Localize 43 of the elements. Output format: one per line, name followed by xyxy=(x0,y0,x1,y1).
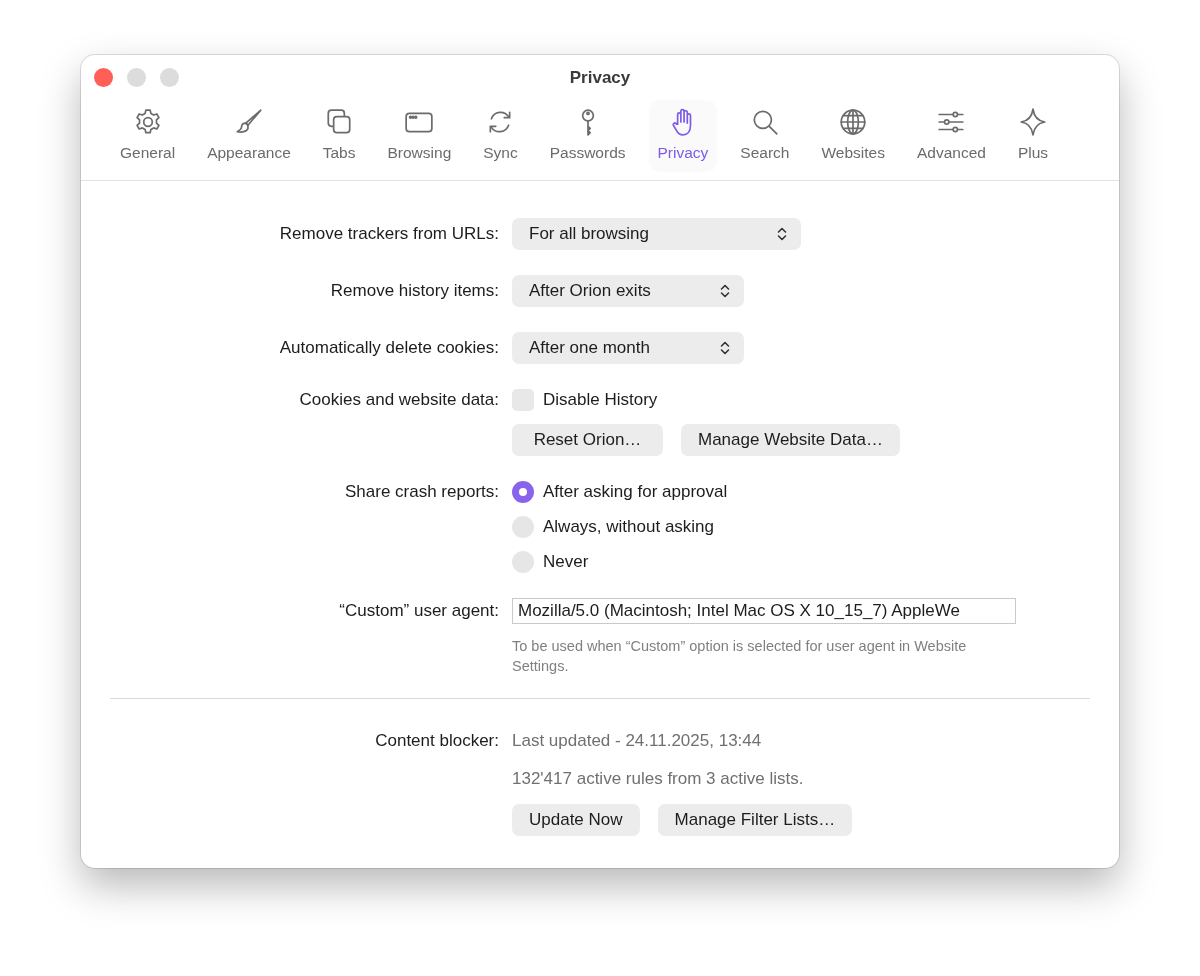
toolbar-tab[interactable]: Appearance xyxy=(200,101,298,169)
checkbox-label[interactable]: Disable History xyxy=(543,390,658,410)
popup-button[interactable]: For all browsing xyxy=(512,218,801,250)
popup-button[interactable]: After Orion exits xyxy=(512,275,744,307)
field-label: Cookies and website data: xyxy=(299,389,499,411)
help-text: To be used when “Custom” option is selected for user agent in Website Settings. xyxy=(512,637,968,676)
toolbar-tab[interactable]: Sync xyxy=(476,101,525,169)
field-label: Share crash reports: xyxy=(345,481,499,503)
close-button[interactable] xyxy=(94,68,113,87)
toolbar-tab[interactable]: Websites xyxy=(814,101,892,169)
sparkle-icon xyxy=(1018,107,1048,137)
radio-button[interactable] xyxy=(512,481,534,503)
window-title: Privacy xyxy=(569,68,631,88)
text-field[interactable]: Mozilla/5.0 (Macintosh; Intel Mac OS X 10_15_7) AppleWe xyxy=(512,598,1016,624)
toolbar-tab[interactable]: Privacy xyxy=(650,101,716,169)
radio-label[interactable]: After asking for approval xyxy=(543,482,728,502)
toolbar-tab[interactable]: Plus xyxy=(1010,101,1056,169)
field-label: Remove trackers from URLs: xyxy=(279,223,499,245)
chevron-up-down-icon xyxy=(777,226,787,242)
toolbar-tab[interactable]: Search xyxy=(733,101,797,169)
field-label: Remove history items: xyxy=(330,280,499,302)
toolbar-tab[interactable]: Browsing xyxy=(380,101,459,169)
radio-button[interactable] xyxy=(512,551,534,573)
toolbar-tab[interactable]: Advanced xyxy=(909,101,993,169)
push-button[interactable]: Manage Filter Lists… xyxy=(657,804,853,836)
field-label: Content blocker: xyxy=(375,730,499,752)
chevron-up-down-icon xyxy=(720,283,730,299)
info-text: 132'417 active rules from 3 active lists. xyxy=(512,768,804,790)
radio-label[interactable]: Never xyxy=(543,552,589,572)
popup-button[interactable]: After one month xyxy=(512,332,744,364)
push-button[interactable]: Update Now xyxy=(512,804,640,836)
push-button[interactable]: Manage Website Data… xyxy=(681,424,900,456)
toolbar-tab[interactable]: Tabs xyxy=(315,101,363,169)
toolbar-tab[interactable]: Passwords xyxy=(542,101,633,169)
push-button[interactable]: Reset Orion… xyxy=(512,424,663,456)
globe-icon xyxy=(838,107,869,137)
info-text: Last updated - 24.11.2025, 13:44 xyxy=(512,730,762,752)
toolbar-tab[interactable]: General xyxy=(113,101,183,169)
chevron-up-down-icon xyxy=(720,340,730,356)
radio-button[interactable] xyxy=(512,516,534,538)
field-label: “Custom” user agent: xyxy=(339,600,499,622)
field-label: Automatically delete cookies: xyxy=(279,337,499,359)
radio-label[interactable]: Always, without asking xyxy=(543,517,715,537)
